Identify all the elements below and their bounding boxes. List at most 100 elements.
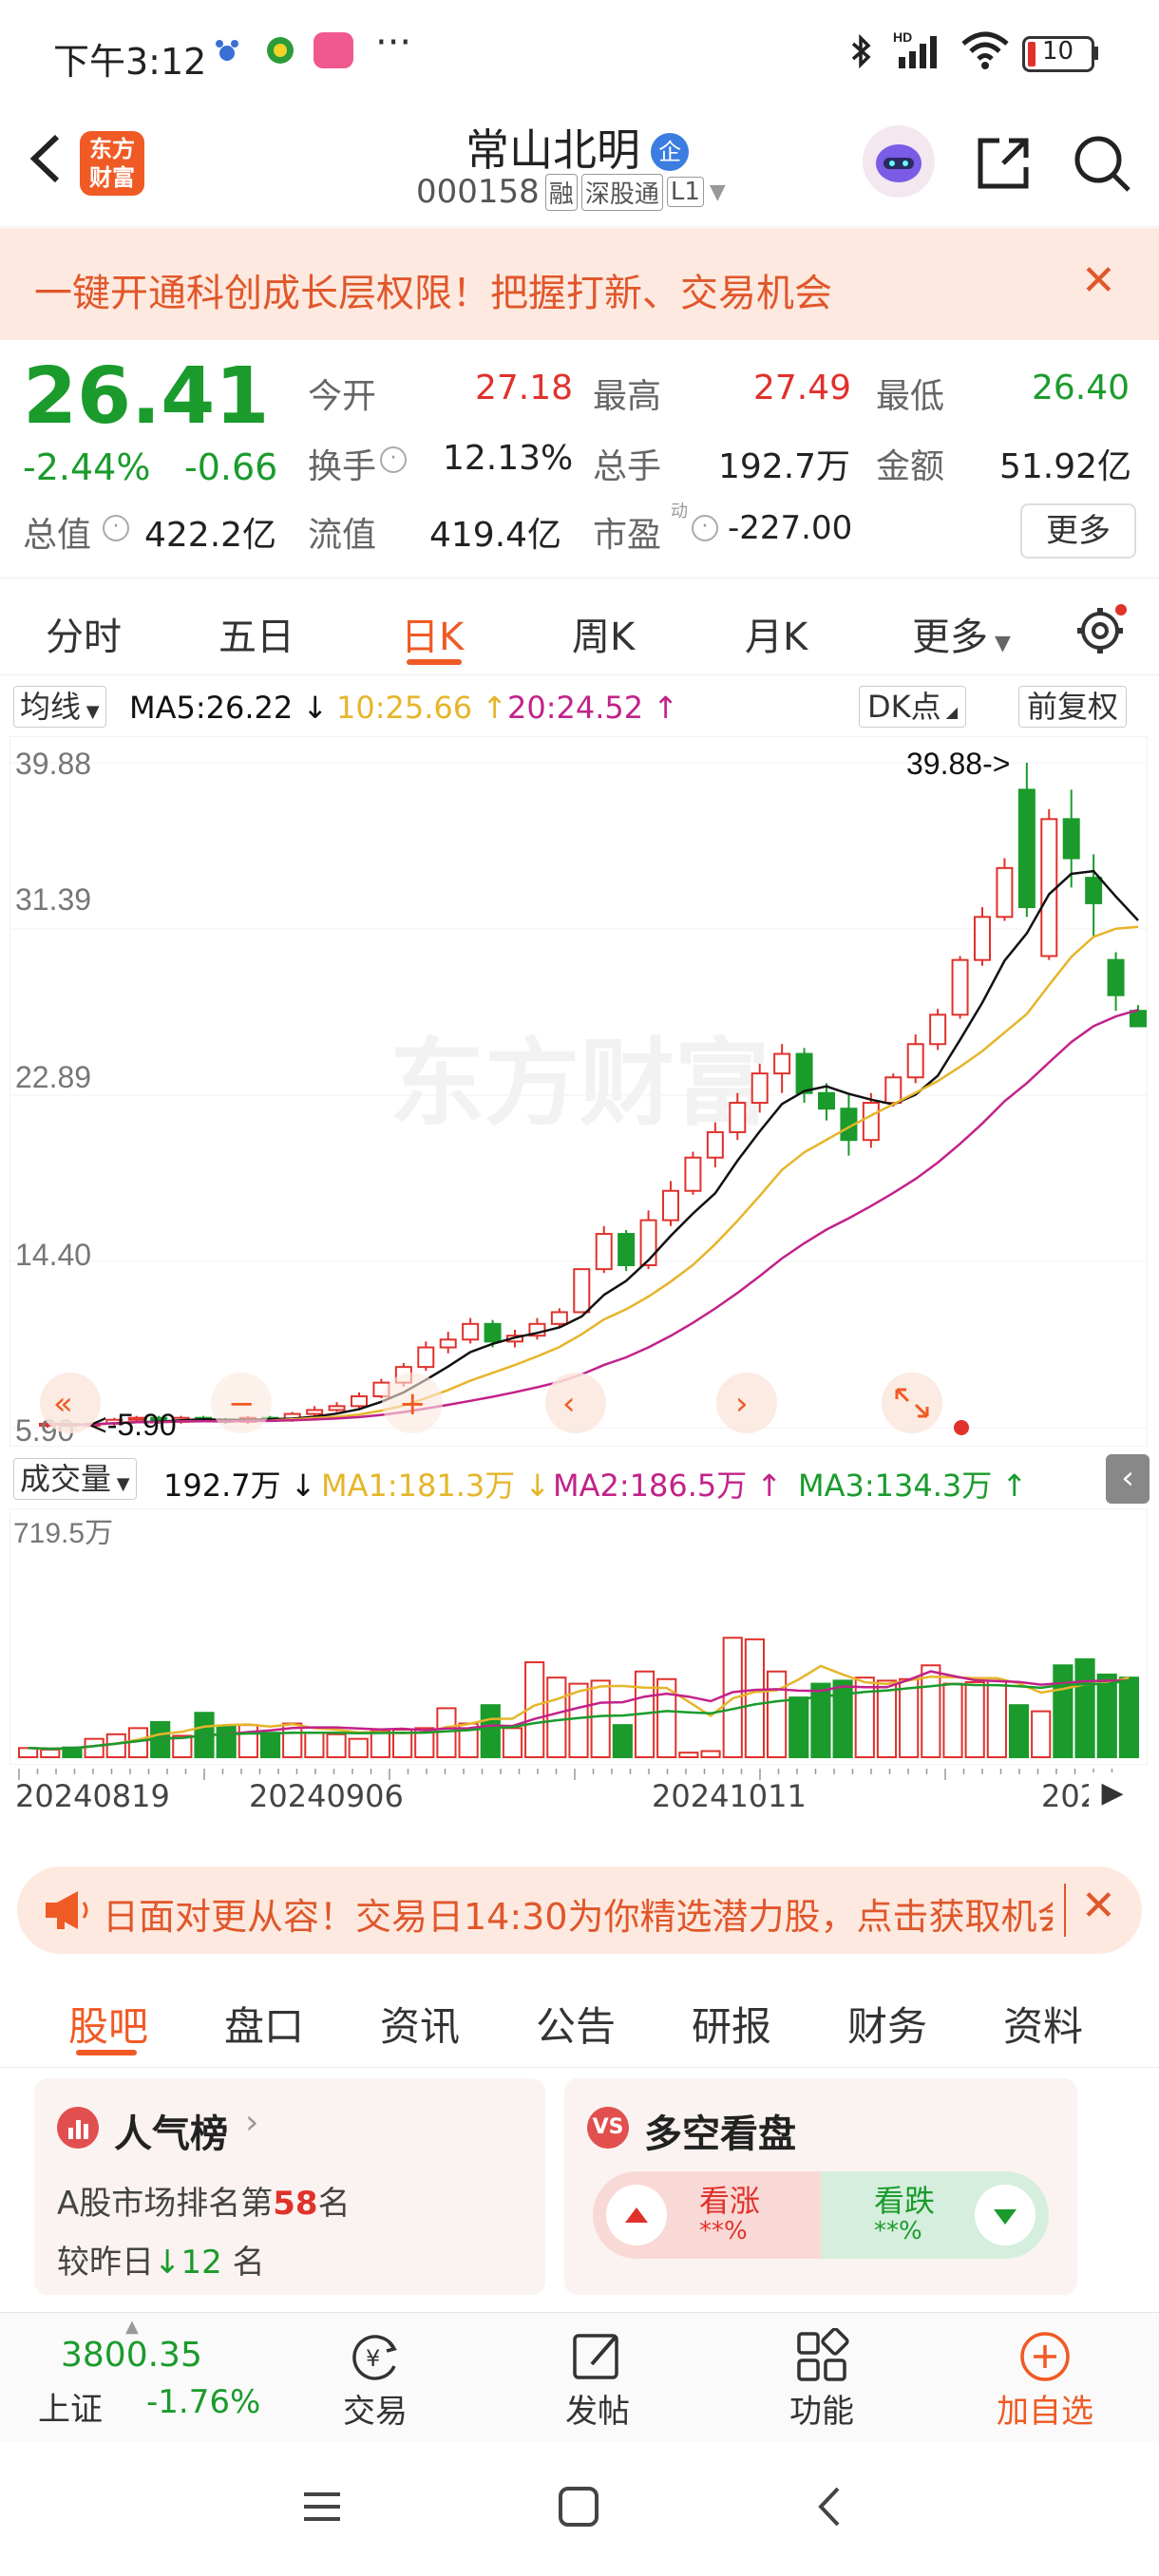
volume-selector[interactable]: 成交量 ▼ bbox=[13, 1458, 137, 1500]
volume-bar bbox=[546, 1676, 567, 1758]
candle-body bbox=[795, 1052, 813, 1094]
candle-body bbox=[906, 1043, 924, 1079]
volume-svg[interactable]: 719.5万 bbox=[9, 1507, 1149, 1766]
candle-body bbox=[974, 916, 991, 961]
ma-legend-row: 均线 ▼ MA5:26.22 ↓ 10:25.66 ↑ 20:24.52 ↑ D… bbox=[0, 676, 1159, 735]
promo-banner[interactable]: 一键开通科创成长层权限！把握打新、交易机会 ✕ bbox=[0, 228, 1159, 340]
pe-info-icon[interactable]: · bbox=[692, 515, 718, 541]
banner-close-icon[interactable]: ✕ bbox=[1081, 256, 1116, 305]
amount-value: 51.92亿 bbox=[999, 447, 1132, 486]
mktcap-info-icon[interactable]: · bbox=[103, 515, 129, 541]
candle-body bbox=[417, 1346, 435, 1369]
ma-selector[interactable]: 均线 ▼ bbox=[13, 686, 106, 728]
status-more: ··· bbox=[375, 21, 412, 65]
adjust-price-button[interactable]: 前复权 bbox=[1018, 686, 1128, 728]
back-nav-icon[interactable] bbox=[808, 2483, 855, 2530]
low-label: 最低 bbox=[876, 377, 945, 416]
date-ticks bbox=[18, 1769, 1113, 1780]
scroll-right-button[interactable]: › bbox=[716, 1373, 777, 1433]
add-watchlist-button[interactable]: 加自选 bbox=[978, 2322, 1112, 2434]
volume-bar bbox=[370, 1730, 390, 1758]
wifi-icon bbox=[960, 30, 1011, 70]
tab-financials[interactable]: 财务 bbox=[847, 1995, 927, 2053]
tab-intraday[interactable]: 分时 bbox=[46, 606, 122, 661]
zoom-in-button[interactable]: + bbox=[382, 1373, 443, 1433]
arrow-down-icon: ↓ bbox=[154, 2244, 181, 2282]
dropdown-arrow-icon: ▼ bbox=[81, 702, 100, 722]
promo-strip[interactable]: 日面对更从容！交易日14:30为你精选潜力股，点击获取机会 ✕ bbox=[17, 1866, 1142, 1954]
tab-five-day[interactable]: 五日 bbox=[218, 606, 294, 661]
volume-bar bbox=[921, 1664, 941, 1758]
volume-chart[interactable]: 719.5万 bbox=[9, 1507, 1149, 1766]
volume-bar bbox=[1008, 1704, 1030, 1759]
tab-more[interactable]: 更多 ▼ bbox=[912, 606, 1011, 661]
promo-close-icon[interactable]: ✕ bbox=[1081, 1882, 1116, 1930]
bull-bear-card[interactable]: VS 多空看盘 看涨 **% 看跌 **% bbox=[564, 2078, 1077, 2295]
eastmoney-logo[interactable]: 东方 财富 bbox=[80, 131, 144, 196]
scroll-left-button[interactable]: ‹ bbox=[545, 1373, 606, 1433]
tab-research[interactable]: 研报 bbox=[692, 1995, 771, 2053]
volume-bar bbox=[612, 1724, 633, 1759]
popularity-card[interactable]: 人气榜 › A股市场排名第58名 较昨日↓12 名 bbox=[34, 2078, 545, 2295]
search-icon[interactable] bbox=[1072, 133, 1132, 194]
assistant-avatar-icon[interactable] bbox=[863, 125, 935, 198]
zoom-out-button[interactable]: − bbox=[211, 1373, 272, 1433]
price-axis-label: 39.88 bbox=[15, 747, 91, 781]
chevron-down-icon: ▼ bbox=[988, 632, 1011, 655]
change-percent: -2.44% bbox=[23, 446, 151, 488]
collapse-panel-button[interactable]: ‹ bbox=[1106, 1454, 1150, 1504]
scroll-right-arrow-icon[interactable]: ▶ bbox=[1089, 1772, 1136, 1814]
volume-axis-label: 719.5万 bbox=[13, 1518, 113, 1549]
dk-point-button[interactable]: DK点 ◢ bbox=[859, 686, 967, 728]
tab-forum[interactable]: 股吧 bbox=[68, 1995, 148, 2053]
tab-profile[interactable]: 资料 bbox=[1003, 1995, 1083, 2053]
vol-ma2-label: MA2:186.5万 ↑ bbox=[553, 1468, 783, 1504]
ma5-label: MA5:26.22 ↓ bbox=[129, 690, 329, 726]
trade-button[interactable]: ¥ 交易 bbox=[323, 2322, 428, 2434]
volume-bar bbox=[964, 1681, 985, 1759]
home-icon[interactable] bbox=[555, 2483, 602, 2530]
kline-chart[interactable]: 东方财富 39.88 31.39 22.89 14.40 5.90 39.88-… bbox=[9, 735, 1149, 1448]
turnover-info-icon[interactable]: · bbox=[380, 446, 407, 473]
trade-icon: ¥ bbox=[347, 2328, 404, 2385]
candle-body bbox=[573, 1268, 591, 1314]
vote-bar: 看涨 **% 看跌 **% bbox=[593, 2171, 1049, 2259]
index-ticker[interactable]: ▲ 3800.35 上证 -1.76% bbox=[19, 2317, 266, 2434]
volume-bar bbox=[480, 1704, 501, 1759]
caret-up-icon: ▲ bbox=[125, 2317, 139, 2337]
volume-bar bbox=[854, 1676, 875, 1758]
grid-icon bbox=[793, 2327, 850, 2385]
post-button[interactable]: 发帖 bbox=[545, 2322, 650, 2434]
function-button[interactable]: 功能 bbox=[770, 2322, 874, 2434]
volume-bar bbox=[876, 1679, 898, 1758]
settings-gear-icon[interactable] bbox=[1074, 604, 1127, 657]
edit-icon bbox=[569, 2328, 626, 2385]
vote-up-button[interactable] bbox=[606, 2185, 667, 2245]
vs-icon: VS bbox=[587, 2107, 629, 2149]
active-tab-indicator bbox=[407, 659, 462, 665]
back-button[interactable] bbox=[21, 118, 66, 199]
kline-svg[interactable]: 东方财富 39.88 31.39 22.89 14.40 5.90 39.88-… bbox=[9, 735, 1149, 1448]
scroll-left-fast-button[interactable]: « bbox=[40, 1373, 101, 1433]
date-label: 20240819 bbox=[15, 1778, 170, 1814]
price-axis-label: 22.89 bbox=[15, 1060, 91, 1094]
vote-down-button[interactable] bbox=[975, 2185, 1036, 2245]
tab-order-book[interactable]: 盘口 bbox=[224, 1995, 304, 2053]
tab-daily-k[interactable]: 日K bbox=[401, 606, 464, 661]
tab-announcements[interactable]: 公告 bbox=[536, 1995, 616, 2053]
candle-body bbox=[818, 1091, 835, 1110]
high-annotation: 39.88-> bbox=[906, 747, 1010, 781]
share-icon[interactable] bbox=[973, 133, 1034, 194]
fullscreen-button[interactable] bbox=[882, 1373, 942, 1433]
current-price: 26.41 bbox=[23, 351, 270, 442]
high-label: 最高 bbox=[593, 377, 662, 416]
menu-icon[interactable] bbox=[298, 2483, 346, 2530]
volume-bar bbox=[767, 1670, 788, 1758]
dropdown-icon[interactable]: ▼ bbox=[710, 180, 726, 204]
tab-weekly-k[interactable]: 周K bbox=[572, 606, 635, 661]
more-quote-button[interactable]: 更多 bbox=[1020, 503, 1136, 559]
tab-monthly-k[interactable]: 月K bbox=[745, 606, 808, 661]
svg-text:HD: HD bbox=[893, 29, 912, 45]
tab-news[interactable]: 资讯 bbox=[380, 1995, 460, 2053]
svg-text:−: − bbox=[228, 1385, 256, 1423]
